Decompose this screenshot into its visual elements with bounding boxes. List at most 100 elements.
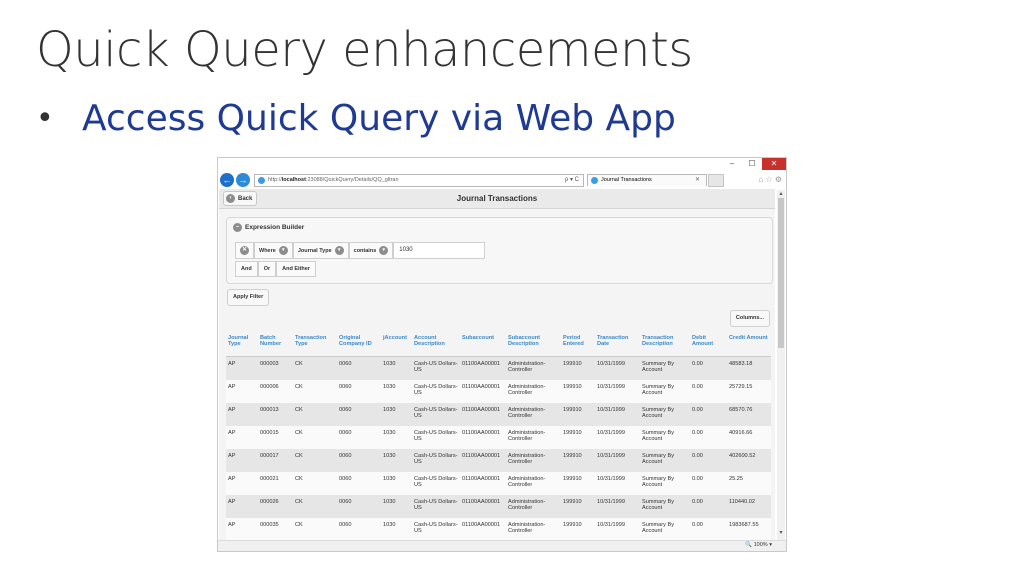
apply-filter-button[interactable]: Apply Filter (227, 289, 270, 306)
address-bar[interactable]: http://localhost:23088/QuickQuery/Detail… (254, 173, 584, 187)
operator-dropdown[interactable]: contains ▾ (348, 242, 394, 259)
table-cell: CK (293, 403, 337, 426)
logic-buttons: And Or And Either (235, 261, 316, 277)
search-refresh-icons[interactable]: ρ ▾ C (565, 175, 579, 186)
expression-row: ✕ Where ▾ Journal Type ▾ contains ▾ 1030 (235, 242, 486, 259)
zoom-value: 100% (753, 542, 768, 548)
filter-value-input[interactable]: 1030 (393, 242, 486, 259)
app-header: ‹ Back Journal Transactions (219, 189, 775, 209)
table-cell: 1030 (381, 380, 412, 403)
minimize-icon[interactable]: – (722, 158, 742, 170)
column-header[interactable]: Transaction Type (293, 333, 337, 357)
table-row[interactable]: AP 000026 CK 0060 1030 Cash-US Dollars-US 0110… (226, 495, 771, 518)
table-cell: Summary By Account (640, 380, 690, 403)
table-row[interactable]: AP 000003 CK 0060 1030 Cash-US Dollars-US 0110… (226, 356, 771, 380)
url-host: localhost (281, 176, 306, 183)
or-button[interactable]: Or (257, 261, 277, 277)
table-cell: 0.00 (690, 426, 727, 449)
forward-arrow-icon[interactable]: → (236, 173, 250, 187)
app-content: ‹ Back Journal Transactions – Expression… (219, 189, 775, 551)
column-header[interactable]: jAccount (381, 333, 412, 357)
table-cell: Administration-Controller (506, 518, 561, 541)
table-cell: 01100AA00001 (460, 380, 506, 403)
and-either-button[interactable]: And Either (276, 261, 316, 277)
table-cell: 199910 (561, 472, 595, 495)
column-header[interactable]: Subaccount (460, 333, 506, 357)
table-cell: AP (226, 403, 258, 426)
scroll-down-icon[interactable]: ▾ (777, 529, 785, 536)
table-cell: 10/31/1999 (595, 472, 640, 495)
table-cell: CK (293, 495, 337, 518)
and-button[interactable]: And (235, 261, 258, 277)
table-cell: Administration-Controller (506, 380, 561, 403)
where-label: Where (259, 247, 276, 254)
window-controls: – ☐ ✕ (722, 158, 786, 172)
table-cell: Administration-Controller (506, 449, 561, 472)
new-tab-button[interactable] (708, 173, 724, 187)
field-dropdown[interactable]: Journal Type ▾ (292, 242, 349, 259)
column-header[interactable]: Account Description (412, 333, 460, 357)
browser-tab[interactable]: Journal Transactions ✕ (587, 174, 707, 186)
table-cell: 48583.18 (727, 356, 771, 380)
column-header[interactable]: Transaction Date (595, 333, 640, 357)
back-arrow-icon[interactable]: ← (220, 173, 234, 187)
vertical-scrollbar[interactable]: ▴ ▾ (777, 190, 785, 548)
results-grid: Journal Type Batch Number Transaction Type… (226, 333, 771, 551)
table-cell: 0.00 (690, 356, 727, 380)
slide-bullet: • Access Quick Query via Web App (36, 98, 676, 139)
remove-condition-button[interactable]: ✕ (235, 242, 254, 259)
column-header[interactable]: Transaction Description (640, 333, 690, 357)
chevron-down-icon: ▾ (278, 246, 288, 255)
table-cell: CK (293, 380, 337, 403)
column-header[interactable]: Debit Amount (690, 333, 727, 357)
results-table: Journal Type Batch Number Transaction Type… (226, 333, 771, 541)
scroll-up-icon[interactable]: ▴ (777, 190, 785, 197)
table-cell: AP (226, 472, 258, 495)
scrollbar-thumb[interactable] (778, 198, 784, 348)
table-cell: 0.00 (690, 472, 727, 495)
table-row[interactable]: AP 000015 CK 0060 1030 Cash-US Dollars-US 0110… (226, 426, 771, 449)
column-header[interactable]: Credit Amount (727, 333, 771, 357)
table-cell: AP (226, 380, 258, 403)
table-cell: 000017 (258, 449, 293, 472)
table-row[interactable]: AP 000017 CK 0060 1030 Cash-US Dollars-US 0110… (226, 449, 771, 472)
table-cell: Summary By Account (640, 518, 690, 541)
zoom-level[interactable]: 🔍 100% ▾ (745, 542, 772, 548)
table-cell: 10/31/1999 (595, 449, 640, 472)
table-cell: 68570.76 (727, 403, 771, 426)
table-row[interactable]: AP 000021 CK 0060 1030 Cash-US Dollars-US 0110… (226, 472, 771, 495)
table-cell: 000026 (258, 495, 293, 518)
table-cell: 000035 (258, 518, 293, 541)
table-cell: 000015 (258, 426, 293, 449)
page-title: Journal Transactions (456, 194, 538, 203)
table-row[interactable]: AP 000013 CK 0060 1030 Cash-US Dollars-US 0110… (226, 403, 771, 426)
table-cell: 1983687.55 (727, 518, 771, 541)
home-star-gear-icons[interactable]: ⌂ ☆ ⚙ (758, 175, 782, 184)
table-cell: 40916.66 (727, 426, 771, 449)
table-row[interactable]: AP 000006 CK 0060 1030 Cash-US Dollars-US 0110… (226, 380, 771, 403)
url-path: :23088/QuickQuery/Details/QQ_gltran (305, 176, 399, 183)
close-icon[interactable]: ✕ (762, 158, 786, 170)
table-cell: 1030 (381, 356, 412, 380)
table-cell: 199910 (561, 449, 595, 472)
columns-button[interactable]: Columns... (729, 310, 770, 327)
column-header[interactable]: Batch Number (258, 333, 293, 357)
table-row[interactable]: AP 000035 CK 0060 1030 Cash-US Dollars-US 0110… (226, 518, 771, 541)
column-header[interactable]: Subaccount Description (506, 333, 561, 357)
maximize-icon[interactable]: ☐ (742, 158, 762, 170)
column-header[interactable]: Journal Type (226, 333, 258, 357)
table-cell: CK (293, 449, 337, 472)
column-header[interactable]: Original Company ID (337, 333, 381, 357)
expression-builder-header[interactable]: – Expression Builder (233, 223, 304, 232)
collapse-icon[interactable]: – (233, 223, 242, 232)
table-cell: 000006 (258, 380, 293, 403)
table-cell: CK (293, 356, 337, 380)
table-cell: Cash-US Dollars-US (412, 403, 460, 426)
table-cell: 199910 (561, 495, 595, 518)
tab-close-icon[interactable]: ✕ (695, 175, 700, 186)
field-label: Journal Type (297, 247, 332, 254)
table-cell: Cash-US Dollars-US (412, 380, 460, 403)
where-dropdown[interactable]: Where ▾ (254, 242, 293, 259)
table-cell: 0060 (337, 356, 381, 380)
column-header[interactable]: Period Entered (561, 333, 595, 357)
